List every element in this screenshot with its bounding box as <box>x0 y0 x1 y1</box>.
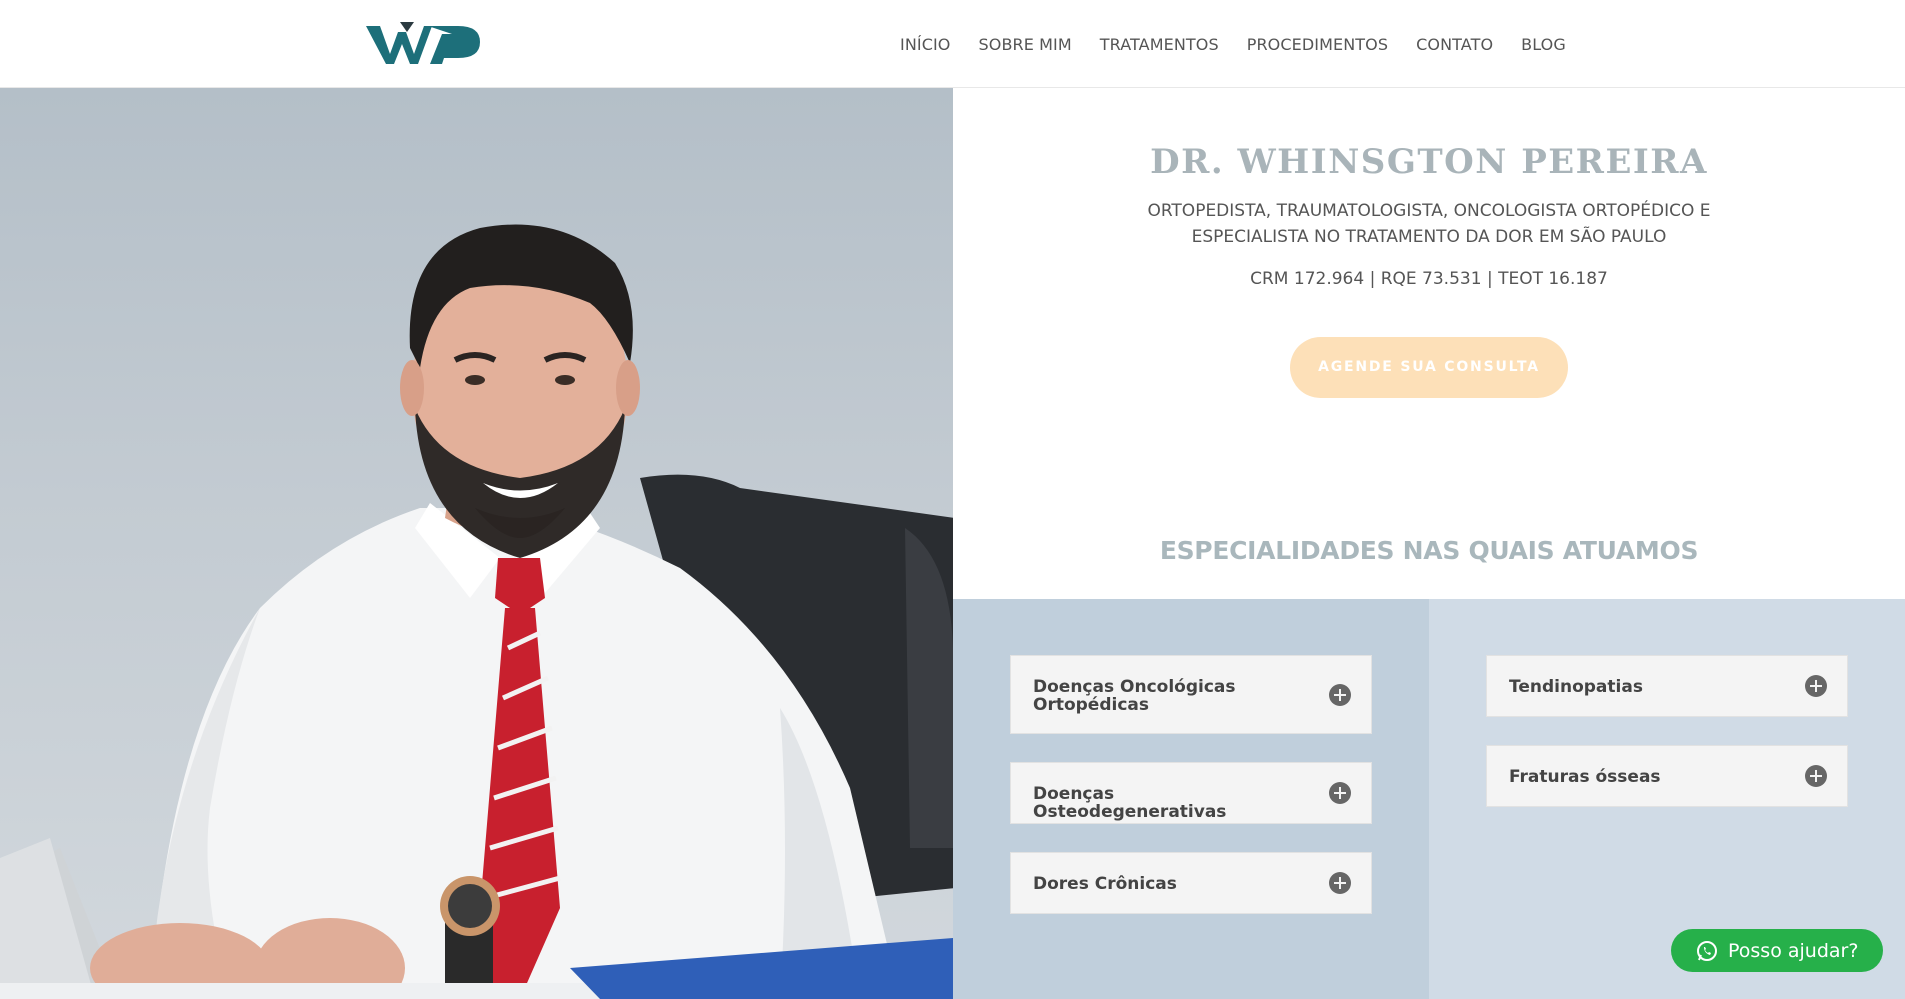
accordion-label: Doenças Oncológicas Ortopédicas <box>1033 678 1311 714</box>
main-nav: INÍCIO SOBRE MIM TRATAMENTOS PROCEDIMENT… <box>900 0 1594 88</box>
credentials-text: CRM 172.964 | RQE 73.531 | TEOT 16.187 <box>1250 269 1608 289</box>
accordion-dores-cronicas[interactable]: Dores Crônicas <box>1010 852 1372 914</box>
subtitle-line-1: ORTOPEDISTA, TRAUMATOLOGISTA, ONCOLOGIST… <box>1147 201 1711 221</box>
page-title: DR. WHINSGTON PEREIRA <box>1150 142 1708 182</box>
accordion-fraturas-osseas[interactable]: Fraturas ósseas <box>1486 745 1848 807</box>
site-header: INÍCIO SOBRE MIM TRATAMENTOS PROCEDIMENT… <box>0 0 1905 88</box>
accordion-doencas-oncologicas[interactable]: Doenças Oncológicas Ortopédicas <box>1010 655 1372 734</box>
accordion-label: Dores Crônicas <box>1033 874 1177 894</box>
whatsapp-icon <box>1697 940 1717 961</box>
nav-procedimentos[interactable]: PROCEDIMENTOS <box>1247 35 1388 54</box>
logo-wp[interactable] <box>366 18 482 70</box>
plus-circle-icon[interactable] <box>1805 675 1827 697</box>
specialties-left-column: Doenças Oncológicas Ortopédicas Doenças … <box>953 599 1429 999</box>
plus-circle-icon[interactable] <box>1329 782 1351 804</box>
schedule-appointment-button[interactable]: AGENDE SUA CONSULTA <box>1290 337 1568 398</box>
accordion-doencas-osteodegenerativas[interactable]: Doenças Osteodegenerativas <box>1010 762 1372 824</box>
accordion-label-line-2: Ortopédicas <box>1033 695 1150 715</box>
nav-contato[interactable]: CONTATO <box>1416 35 1493 54</box>
subtitle-line-2: ESPECIALISTA NO TRATAMENTO DA DOR EM SÃO… <box>1191 227 1667 247</box>
nav-sobre-mim[interactable]: SOBRE MIM <box>979 35 1072 54</box>
doctor-photo <box>0 88 953 999</box>
plus-circle-icon[interactable] <box>1805 765 1827 787</box>
subtitle: ORTOPEDISTA, TRAUMATOLOGISTA, ONCOLOGIST… <box>953 198 1905 250</box>
whatsapp-chat-button[interactable]: Posso ajudar? <box>1671 929 1883 972</box>
intro-section: DR. WHINSGTON PEREIRA ORTOPEDISTA, TRAUM… <box>953 88 1905 599</box>
whatsapp-label: Posso ajudar? <box>1728 939 1859 962</box>
accordion-label: Tendinopatias <box>1509 677 1643 697</box>
accordion-label-line-1: Doenças Oncológicas <box>1033 677 1236 697</box>
specialties-heading: ESPECIALIDADES NAS QUAIS ATUAMOS <box>1159 536 1699 565</box>
nav-blog[interactable]: BLOG <box>1521 35 1566 54</box>
plus-circle-icon[interactable] <box>1329 683 1351 706</box>
accordion-label: Doenças Osteodegenerativas <box>1033 784 1227 822</box>
nav-inicio[interactable]: INÍCIO <box>900 35 951 54</box>
accordion-label: Fraturas ósseas <box>1509 767 1661 787</box>
plus-circle-icon[interactable] <box>1329 872 1351 894</box>
accordion-tendinopatias[interactable]: Tendinopatias <box>1486 655 1848 717</box>
nav-tratamentos[interactable]: TRATAMENTOS <box>1100 35 1219 54</box>
